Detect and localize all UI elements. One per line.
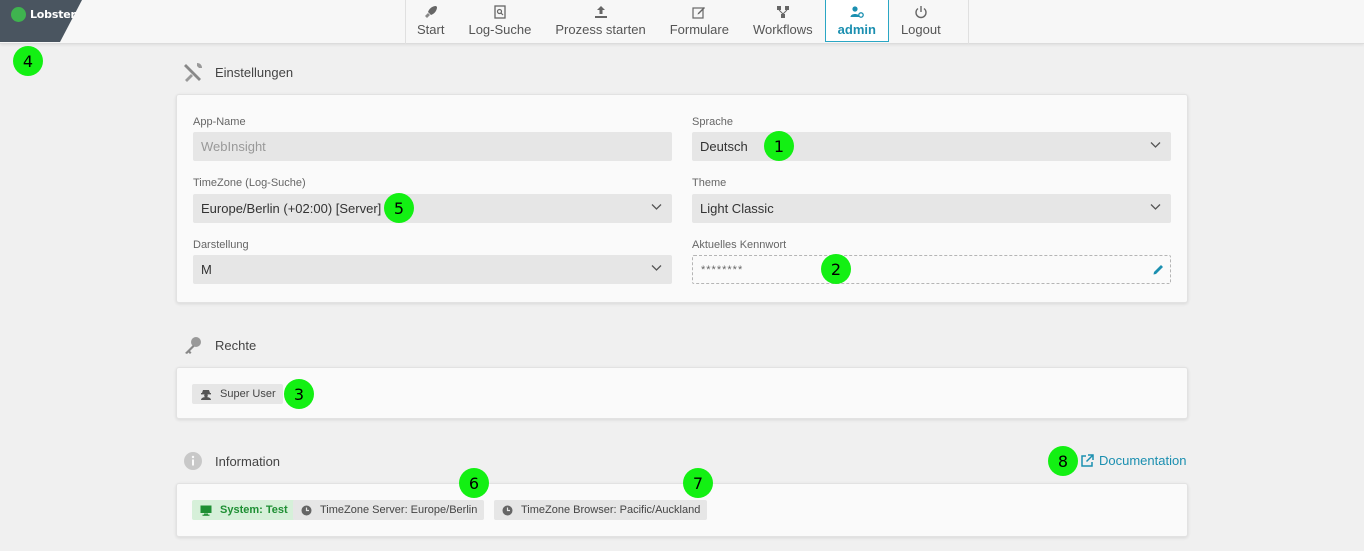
info-tag-system-label: System: Test [220,504,288,516]
marker-5: 5 [384,193,414,223]
edit-form-icon [692,5,706,19]
nav-label-formulare: Formulare [669,22,729,37]
top-navigation-bar: Lobster Start Log-Suche Prozess starten … [0,0,1364,44]
settings-card: App-Name WebInsight Sprache Deutsch Time… [176,94,1188,303]
chevron-down-icon [1150,142,1161,148]
password-value: ******** [701,263,744,276]
nav-item-admin[interactable]: admin [824,0,889,42]
display-select[interactable]: M [193,255,672,284]
documentation-link-label: Documentation [1099,453,1187,468]
info-tag-timezone-browser: TimeZone Browser: Pacific/Auckland [494,500,708,520]
section-header-einstellungen: Einstellungen [182,61,293,83]
app-name-label: App-Name [193,116,246,128]
language-label: Sprache [692,116,733,128]
nav-divider-left [405,0,406,44]
marker-7: 7 [683,468,713,498]
info-tag-timezone-server-label: TimeZone Server: Europe/Berlin [320,504,478,516]
chevron-down-icon [651,265,662,271]
nav-label-logout: Logout [900,22,941,37]
document-search-icon [494,5,506,19]
monitor-icon [200,505,212,516]
logo[interactable]: Lobster [0,0,82,42]
nav-label-prozess-starten: Prozess starten [555,22,646,37]
chevron-down-icon [651,204,662,210]
right-tag-label: Super User [220,388,276,400]
section-title-rechte: Rechte [215,337,257,353]
section-title-einstellungen: Einstellungen [215,64,294,80]
documentation-link[interactable]: Documentation [1080,453,1186,468]
nav-label-workflows: Workflows [752,22,813,37]
marker-4: 4 [13,46,43,76]
marker-1: 1 [764,131,794,161]
main-nav: Start Log-Suche Prozess starten Formular… [405,0,953,44]
logo-text: Lobster [30,8,76,21]
password-field[interactable]: ******** [692,255,1171,284]
theme-value: Light Classic [700,201,774,216]
nav-item-prozess-starten[interactable]: Prozess starten [543,0,657,43]
theme-select[interactable]: Light Classic [692,194,1171,223]
nav-label-admin: admin [837,22,876,37]
nav-label-log-suche: Log-Suche [468,22,532,37]
nav-item-start[interactable]: Start [405,0,456,43]
timezone-label: TimeZone (Log-Suche) [193,177,306,189]
clock-icon [502,505,513,516]
timezone-select[interactable]: Europe/Berlin (+02:00) [Server] [193,194,672,223]
right-tag-super-user: Super User [192,384,283,404]
power-icon [914,5,928,19]
nav-item-log-suche[interactable]: Log-Suche [456,0,543,43]
rights-card: Super User [176,367,1188,419]
info-icon [182,450,204,472]
nav-label-start: Start [417,22,445,37]
nav-item-formulare[interactable]: Formulare [658,0,741,43]
clock-icon [301,505,312,516]
chevron-down-icon [1150,204,1161,210]
language-value: Deutsch [700,139,748,154]
section-header-information: Information [182,450,280,472]
nav-item-workflows[interactable]: Workflows [741,0,825,43]
section-header-rechte: Rechte [182,334,256,356]
theme-label: Theme [692,177,727,189]
user-gear-icon [850,5,864,19]
marker-3: 3 [284,379,314,409]
workflow-icon [776,5,790,19]
rocket-icon [424,5,438,19]
pencil-icon[interactable] [1152,263,1165,276]
display-value: M [201,262,212,277]
timezone-value: Europe/Berlin (+02:00) [Server] [201,201,382,216]
nav-item-logout[interactable]: Logout [889,0,953,43]
key-icon [182,334,204,356]
nav-divider-right [968,0,969,44]
marker-2: 2 [821,254,851,284]
info-tag-timezone-server: TimeZone Server: Europe/Berlin [293,500,485,520]
tools-icon [182,61,204,83]
marker-6: 6 [459,468,489,498]
logo-banner-shape [0,0,82,42]
upload-icon [594,5,608,19]
app-name-value: WebInsight [201,139,266,154]
marker-8: 8 [1048,446,1078,476]
external-link-icon [1080,453,1094,468]
lobster-icon [11,7,26,22]
user-secret-icon [200,389,212,400]
password-label: Aktuelles Kennwort [692,239,787,251]
information-card: System: Test TimeZone Server: Europe/Ber… [176,483,1188,537]
app-name-field: WebInsight [193,132,672,161]
info-tag-system: System: Test [192,500,295,520]
display-label: Darstellung [193,239,249,251]
info-tag-timezone-browser-label: TimeZone Browser: Pacific/Auckland [521,504,701,516]
section-title-information: Information [215,453,281,469]
